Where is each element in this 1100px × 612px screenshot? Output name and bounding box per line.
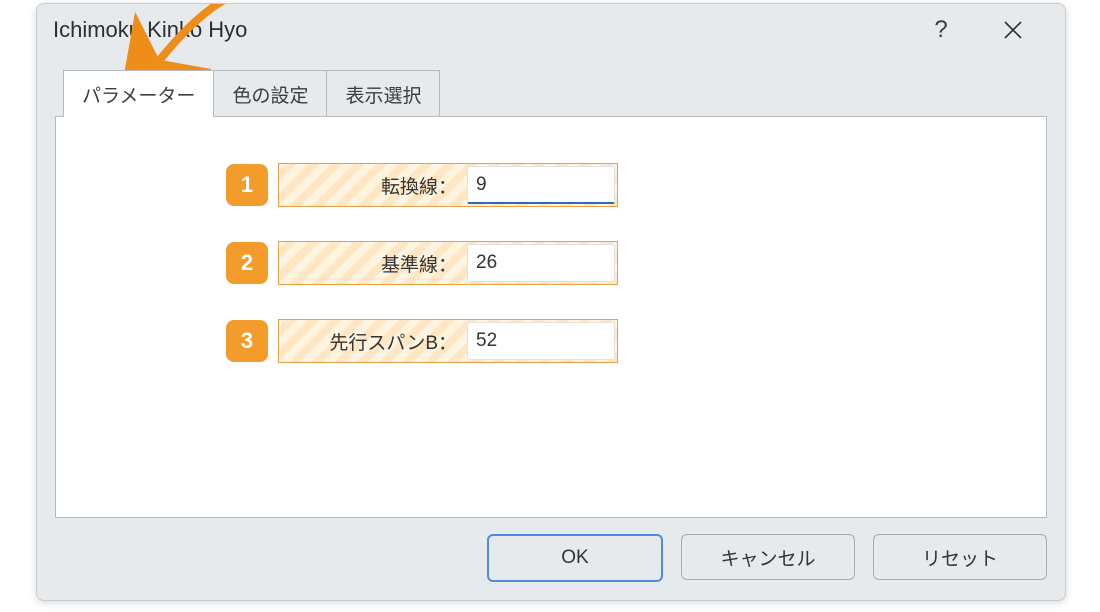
param-label-senkou-b: 先行スパンB： <box>281 322 467 360</box>
param-label-kijun: 基準線： <box>281 244 467 282</box>
client-area: パラメーター 色の設定 表示選択 1 転換線： 2 <box>55 68 1047 582</box>
button-label: OK <box>561 547 588 569</box>
param-input-tenkan[interactable] <box>468 167 614 203</box>
param-label-tenkan: 転換線： <box>281 166 467 204</box>
tab-parameters[interactable]: パラメーター <box>63 70 214 117</box>
tab-label: 表示選択 <box>345 86 421 107</box>
dialog-window: Ichimoku Kinko Hyo ? パラメーター 色の設定 表示選択 1 <box>36 3 1066 601</box>
cancel-button[interactable]: キャンセル <box>681 534 855 580</box>
tab-panel-parameters: 1 転換線： 2 基準線： 3 <box>55 116 1047 518</box>
dialog-buttons: OK キャンセル リセット <box>487 534 1047 582</box>
ok-button[interactable]: OK <box>487 534 663 582</box>
param-input-wrap-kijun <box>467 244 615 282</box>
callout-badge-1: 1 <box>226 164 268 206</box>
help-button[interactable]: ? <box>905 4 977 56</box>
param-input-kijun[interactable] <box>468 245 614 281</box>
callout-highlight: 先行スパンB： <box>278 319 618 363</box>
tabstrip: パラメーター 色の設定 表示選択 <box>55 68 1047 116</box>
reset-button[interactable]: リセット <box>873 534 1047 580</box>
tab-display[interactable]: 表示選択 <box>326 70 440 117</box>
tab-label: 色の設定 <box>232 86 308 107</box>
param-input-wrap-tenkan <box>467 166 615 204</box>
callout-badge-3: 3 <box>226 320 268 362</box>
callout-badge-2: 2 <box>226 242 268 284</box>
button-label: リセット <box>922 544 998 571</box>
close-icon <box>1003 20 1023 40</box>
param-row-kijun: 2 基準線： <box>226 241 618 285</box>
tab-colors[interactable]: 色の設定 <box>213 70 327 117</box>
param-input-senkou-b[interactable] <box>468 323 614 359</box>
param-input-wrap-senkou-b <box>467 322 615 360</box>
tab-label: パラメーター <box>82 86 195 107</box>
param-row-senkou-b: 3 先行スパンB： <box>226 319 618 363</box>
window-title: Ichimoku Kinko Hyo <box>53 17 905 43</box>
callout-highlight: 基準線： <box>278 241 618 285</box>
callout-highlight: 転換線： <box>278 163 618 207</box>
titlebar: Ichimoku Kinko Hyo ? <box>37 4 1065 56</box>
param-row-tenkan: 1 転換線： <box>226 163 618 207</box>
close-button[interactable] <box>977 4 1049 56</box>
button-label: キャンセル <box>720 544 815 571</box>
